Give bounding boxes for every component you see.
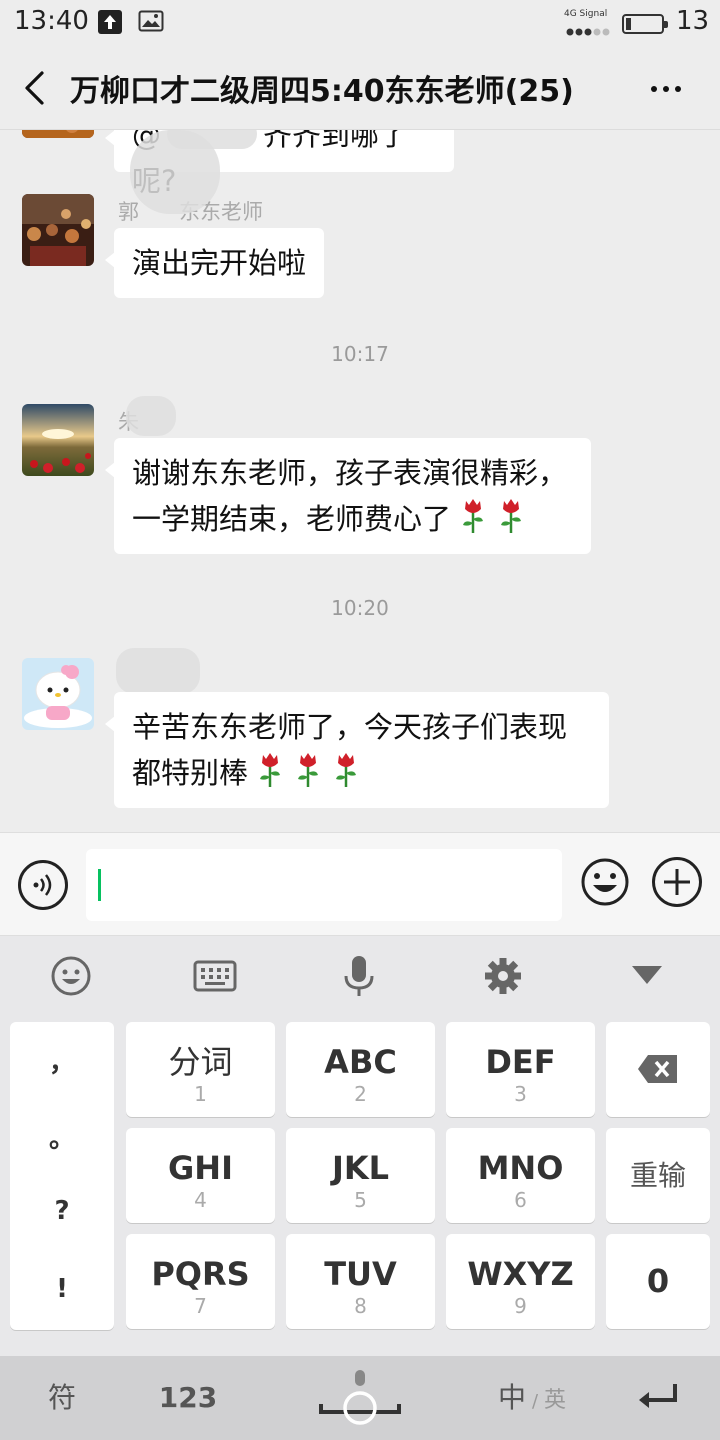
status-time: 13:40 (14, 6, 89, 36)
keyboard-icon[interactable] (190, 954, 240, 998)
image-icon (138, 10, 164, 36)
upload-icon (98, 10, 122, 34)
message-line: 辛苦东东老师了，今天孩子们表现 (132, 710, 568, 744)
message-line-with-emoji: 一学期结束，老师费心了 (132, 496, 573, 542)
rose-emoji-icon (260, 753, 281, 787)
network-label: 4G Signal (564, 9, 608, 19)
chat-title: 万柳口才二级周四5:40东东老师(25) (70, 74, 574, 109)
punctuation-column[interactable]: ， 。 ? ! (10, 1022, 114, 1330)
status-bar: 13:40 4G Signal 13 (0, 0, 720, 46)
key-5[interactable]: JKL 5 (286, 1128, 435, 1223)
message-line: 谢谢东东老师，孩子表演很精彩， (132, 456, 568, 490)
punct-key[interactable]: ， (10, 1042, 114, 1079)
battery-icon (622, 14, 668, 34)
gear-icon[interactable] (478, 954, 528, 998)
redacted-name (126, 396, 176, 436)
punct-key[interactable]: ? (10, 1196, 114, 1226)
retype-key[interactable]: 重输 (606, 1128, 710, 1223)
key-4[interactable]: GHI 4 (126, 1128, 275, 1223)
message-input[interactable] (86, 849, 562, 921)
message-text: 演出完开始啦 (132, 246, 307, 280)
enter-icon (639, 1384, 677, 1408)
key-7[interactable]: PQRS 7 (126, 1234, 275, 1329)
redacted-name (116, 648, 200, 694)
backspace-key[interactable] (606, 1022, 710, 1117)
key-9[interactable]: WXYZ 9 (446, 1234, 595, 1329)
language-switch-key[interactable]: 中 / 英 (470, 1362, 594, 1434)
space-key[interactable] (262, 1362, 458, 1434)
signal-icon (566, 22, 612, 41)
enter-key[interactable] (606, 1362, 710, 1434)
space-mic-icon (319, 1370, 401, 1425)
microphone-icon[interactable] (334, 954, 384, 998)
redacted-name (130, 130, 220, 214)
emoji-icon (581, 858, 629, 906)
avatar[interactable] (22, 130, 94, 138)
more-icon[interactable] (648, 76, 688, 102)
text-cursor (98, 869, 101, 901)
key-2[interactable]: ABC 2 (286, 1022, 435, 1117)
avatar[interactable] (22, 658, 94, 730)
avatar[interactable] (22, 194, 94, 266)
rose-emoji-icon (463, 499, 484, 533)
emoji-icon[interactable] (46, 954, 96, 998)
battery-level: 13 (676, 6, 710, 36)
voice-toggle-button[interactable] (18, 860, 68, 910)
more-functions-button[interactable] (652, 857, 702, 907)
symbol-key[interactable]: 符 (10, 1362, 114, 1434)
message-bubble[interactable]: 辛苦东东老师了，今天孩子们表现 都特别棒 (105, 692, 609, 808)
key-8[interactable]: TUV 8 (286, 1234, 435, 1329)
message-line-with-emoji: 都特别棒 (132, 750, 591, 796)
key-0[interactable]: 0 (606, 1234, 710, 1329)
rose-emoji-icon (501, 499, 522, 533)
chat-header: 万柳口才二级周四5:40东东老师(25) (0, 46, 720, 130)
key-6[interactable]: MNO 6 (446, 1128, 595, 1223)
plus-icon (664, 869, 690, 895)
message-bubble[interactable]: 演出完开始啦 (104, 228, 325, 298)
avatar[interactable] (22, 404, 94, 476)
emoji-button[interactable] (580, 857, 630, 907)
punct-key[interactable]: ! (10, 1274, 114, 1304)
punct-key[interactable]: 。 (10, 1118, 114, 1155)
timestamp: 10:17 (331, 342, 389, 366)
message-list[interactable]: @齐齐到哪了呢? 郭东东老师 演出完开始啦 10:17 朱 谢谢东东老师，孩子表… (0, 130, 720, 832)
keyboard-bottom-row: 符 123 中 / 英 (0, 1356, 720, 1440)
ime-keyboard: ， 。 ? ! 分词 1 ABC 2 DEF 3 GHI 4 JKL 5 MNO 6 重输 … (0, 936, 720, 1440)
timestamp: 10:20 (331, 596, 389, 620)
number-key[interactable]: 123 (126, 1362, 250, 1434)
rose-emoji-icon (298, 753, 319, 787)
backspace-icon (638, 1055, 677, 1083)
collapse-icon[interactable] (622, 954, 672, 998)
chevron-left-icon[interactable] (20, 70, 50, 106)
key-1[interactable]: 分词 1 (126, 1022, 275, 1117)
voice-icon (33, 874, 52, 896)
message-bubble[interactable]: 谢谢东东老师，孩子表演很精彩， 一学期结束，老师费心了 (105, 438, 591, 554)
rose-emoji-icon (336, 753, 357, 787)
key-3[interactable]: DEF 3 (446, 1022, 595, 1117)
